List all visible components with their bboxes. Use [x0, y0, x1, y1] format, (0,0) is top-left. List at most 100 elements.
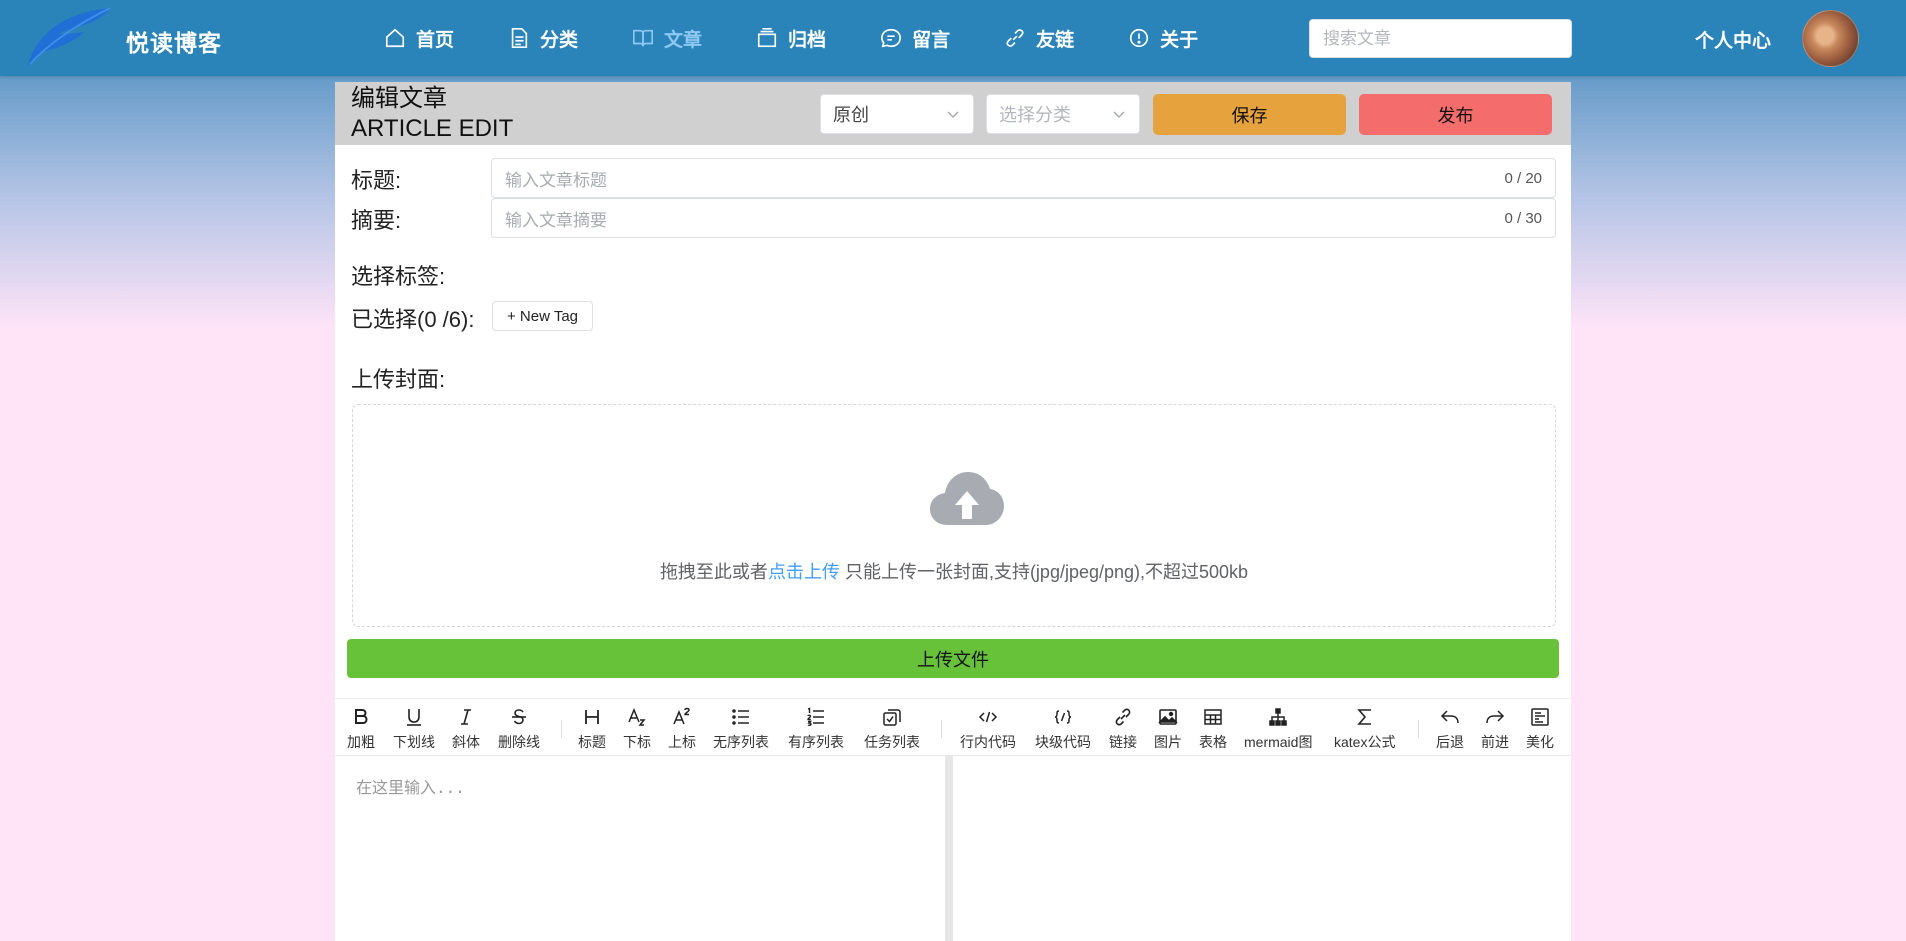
toolbar-bullet-list[interactable]: 无序列表 — [713, 707, 769, 752]
summary-label: 摘要: — [351, 208, 402, 233]
title-label: 标题: — [351, 168, 402, 193]
main-nav: 首页 分类 文章 归档 留言 友链 关于 — [384, 0, 1252, 76]
markdown-input-pane[interactable]: 在这里输入... — [335, 756, 945, 941]
toolbar-katex[interactable]: katex公式 — [1334, 707, 1395, 752]
toolbar-label: mermaid图 — [1244, 734, 1313, 750]
article-type-select[interactable]: 原创 — [820, 94, 974, 134]
toolbar-image[interactable]: 图片 — [1154, 707, 1182, 752]
toolbar-label: 加粗 — [347, 734, 375, 750]
dropzone-text-prefix: 拖拽至此或者 — [659, 562, 768, 582]
editor-placeholder: 在这里输入... — [356, 778, 465, 797]
redo-icon — [1486, 710, 1505, 724]
page-title: 编辑文章 ARTICLE EDIT — [351, 84, 513, 144]
sigma-icon — [1356, 709, 1371, 725]
toolbar-strikethrough[interactable]: 删除线 — [498, 707, 540, 752]
nav-item-messages[interactable]: 留言 — [880, 0, 950, 76]
nav-item-articles[interactable]: 文章 — [632, 0, 702, 76]
undo-icon — [1440, 710, 1459, 724]
dropzone-text: 拖拽至此或者点击上传 只能上传一张封面,支持(jpg/jpeg/png),不超过… — [353, 558, 1555, 584]
nav-item-archive[interactable]: 归档 — [756, 0, 826, 76]
toolbar-heading[interactable]: 标题 — [578, 707, 606, 752]
search-input[interactable] — [1309, 19, 1572, 58]
toolbar-label: 前进 — [1481, 734, 1509, 750]
bold-icon — [355, 709, 368, 724]
toolbar-label: 斜体 — [452, 734, 480, 750]
strikethrough-icon — [512, 709, 526, 725]
toolbar-superscript[interactable]: 上标 — [668, 707, 696, 752]
toolbar-label: 链接 — [1109, 734, 1137, 750]
publish-button[interactable]: 发布 — [1359, 94, 1552, 135]
superscript-icon — [673, 707, 690, 725]
toolbar-underline[interactable]: 下划线 — [393, 707, 435, 752]
task-list-icon — [883, 709, 901, 726]
user-center-link[interactable]: 个人中心 — [1695, 26, 1771, 53]
toolbar-label: 下标 — [623, 734, 651, 750]
chevron-down-icon — [947, 111, 959, 119]
title-placeholder: 输入文章标题 — [505, 170, 607, 190]
info-icon — [1130, 28, 1149, 48]
pane-divider[interactable] — [945, 756, 953, 941]
toolbar-code-block[interactable]: 块级代码 — [1035, 707, 1091, 752]
toolbar-separator — [1418, 720, 1419, 738]
page-title-en: ARTICLE EDIT — [351, 115, 514, 142]
top-navbar: 悦读博客 首页 分类 文章 归档 留言 友链 关于 搜索文章 个人中心 — [0, 0, 1906, 76]
click-upload-link[interactable]: 点击上传 — [768, 562, 840, 582]
tags-label: 选择标签: — [351, 264, 446, 289]
toolbar-italic[interactable]: 斜体 — [452, 707, 480, 752]
save-button[interactable]: 保存 — [1153, 94, 1346, 135]
title-char-count: 0 / 20 — [1504, 169, 1542, 187]
new-tag-button[interactable]: + New Tag — [492, 301, 593, 331]
nav-item-home[interactable]: 首页 — [384, 0, 454, 76]
toolbar-bold[interactable]: 加粗 — [347, 707, 375, 752]
chat-icon — [881, 28, 902, 48]
toolbar-label: 下划线 — [393, 734, 435, 750]
book-icon — [633, 29, 654, 47]
toolbar-undo[interactable]: 后退 — [1436, 707, 1464, 752]
archive-icon — [757, 28, 777, 48]
cover-label: 上传封面: — [351, 367, 446, 392]
toolbar-label: 后退 — [1436, 734, 1464, 750]
image-icon — [1158, 709, 1178, 725]
toolbar-table[interactable]: 表格 — [1199, 707, 1227, 752]
summary-input[interactable]: 输入文章摘要 0 / 30 — [491, 198, 1556, 238]
toolbar-separator — [561, 720, 562, 738]
title-input[interactable]: 输入文章标题 0 / 20 — [491, 158, 1556, 198]
toolbar-ordered-list[interactable]: 有序列表 — [788, 707, 844, 752]
italic-icon — [461, 709, 471, 725]
card-header: 编辑文章 ARTICLE EDIT 原创 选择分类 保存 发布 — [335, 82, 1571, 145]
document-icon — [511, 28, 528, 48]
category-placeholder: 选择分类 — [999, 105, 1071, 125]
selected-tags-label: 已选择(0 /6): — [351, 307, 475, 332]
nav-item-about[interactable]: 关于 — [1128, 0, 1198, 76]
upload-file-button[interactable]: 上传文件 — [347, 639, 1559, 678]
nav-item-friend-links[interactable]: 友链 — [1004, 0, 1074, 76]
toolbar-label: 任务列表 — [864, 734, 920, 750]
toolbar-prettier[interactable]: 美化 — [1526, 707, 1554, 752]
nav-label: 留言 — [912, 29, 951, 51]
cloud-upload-icon — [930, 472, 1004, 525]
site-name[interactable]: 悦读博客 — [126, 24, 222, 58]
toolbar-mermaid[interactable]: mermaid图 — [1244, 707, 1312, 752]
summary-placeholder: 输入文章摘要 — [505, 210, 607, 230]
ordered-list-icon — [807, 707, 824, 727]
category-select[interactable]: 选择分类 — [986, 94, 1140, 134]
toolbar-redo[interactable]: 前进 — [1481, 707, 1509, 752]
toolbar-inline-code[interactable]: 行内代码 — [960, 707, 1016, 752]
avatar[interactable] — [1802, 10, 1859, 67]
markdown-toolbar: 加粗 下划线 斜体 删除线 标题 下标 上标 无序列表 有序列表 任务列表 行内… — [335, 698, 1571, 756]
cover-dropzone[interactable]: 拖拽至此或者点击上传 只能上传一张封面,支持(jpg/jpeg/png),不超过… — [352, 404, 1556, 627]
toolbar-label: 上标 — [668, 734, 696, 750]
toolbar-label: 图片 — [1154, 734, 1182, 750]
nav-label: 友链 — [1036, 29, 1075, 51]
toolbar-subscript[interactable]: 下标 — [623, 707, 651, 752]
nav-label: 归档 — [788, 29, 827, 51]
toolbar-label: 无序列表 — [713, 734, 769, 750]
toolbar-label: 有序列表 — [788, 734, 844, 750]
feather-logo-icon[interactable] — [18, 4, 114, 68]
toolbar-task-list[interactable]: 任务列表 — [864, 707, 920, 752]
toolbar-label: 块级代码 — [1035, 734, 1091, 750]
toolbar-separator — [941, 720, 942, 738]
toolbar-label: 标题 — [578, 734, 606, 750]
toolbar-link[interactable]: 链接 — [1109, 707, 1137, 752]
nav-item-category[interactable]: 分类 — [508, 0, 578, 76]
